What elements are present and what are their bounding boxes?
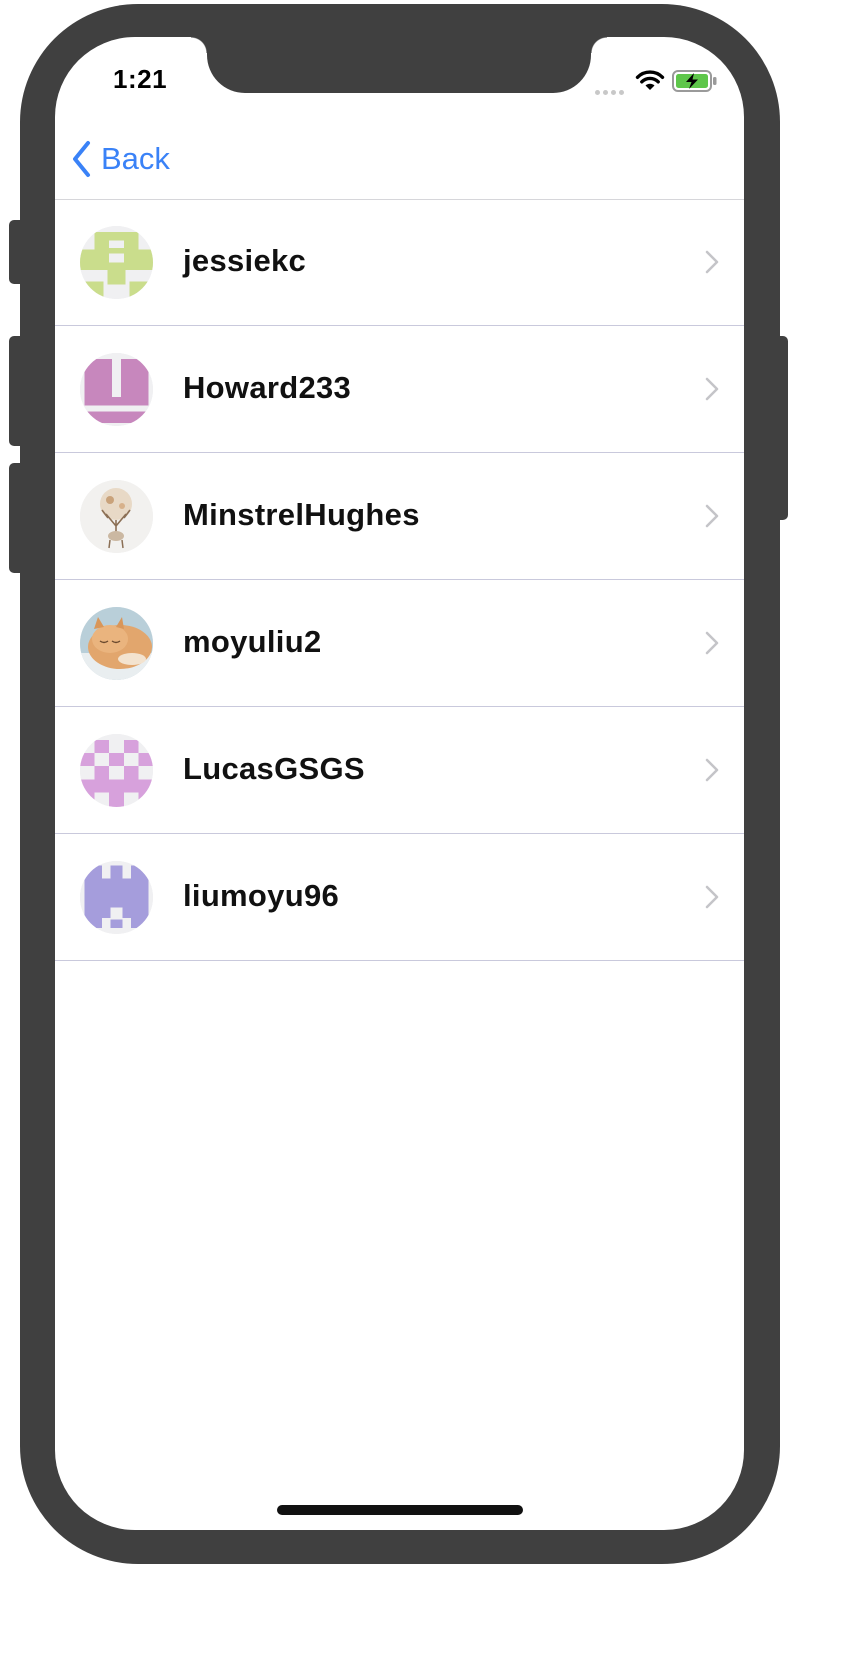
list-item[interactable]: liumoyu96 <box>55 834 744 961</box>
avatar <box>80 861 153 934</box>
chevron-left-icon <box>73 141 90 177</box>
list-item[interactable]: MinstrelHughes <box>55 453 744 580</box>
chevron-right-icon <box>705 504 719 528</box>
list-item[interactable]: moyuliu2 <box>55 580 744 707</box>
chevron-right-icon <box>705 885 719 909</box>
chevron-right-icon <box>705 758 719 782</box>
username: MinstrelHughes <box>183 497 420 532</box>
avatar <box>80 607 153 680</box>
chevron-right-icon <box>705 250 719 274</box>
avatar <box>80 734 153 807</box>
chevron-right-icon <box>705 631 719 655</box>
avatar <box>80 226 153 299</box>
wifi-icon <box>635 68 665 97</box>
phone-screen: 1:21 Back jessiekc Howard233 MinstrelHug… <box>55 37 744 1530</box>
list-item[interactable]: Howard233 <box>55 326 744 453</box>
list-item[interactable]: LucasGSGS <box>55 707 744 834</box>
signal-dots-icon <box>595 82 627 100</box>
username: moyuliu2 <box>183 624 322 659</box>
status-time: 1:21 <box>113 64 168 94</box>
username: LucasGSGS <box>183 751 365 786</box>
username: liumoyu96 <box>183 878 340 913</box>
back-label: Back <box>101 141 170 176</box>
home-indicator[interactable] <box>277 1505 523 1515</box>
notch <box>191 37 607 93</box>
back-button[interactable]: Back <box>71 137 170 181</box>
navigation-bar: Back <box>55 127 744 200</box>
avatar <box>80 353 153 426</box>
user-list: jessiekc Howard233 MinstrelHughes moyuli… <box>55 199 744 961</box>
username: Howard233 <box>183 370 352 405</box>
list-item[interactable]: jessiekc <box>55 199 744 326</box>
chevron-right-icon <box>705 377 719 401</box>
username: jessiekc <box>183 243 307 278</box>
battery-charging-icon <box>672 70 718 97</box>
avatar <box>80 480 153 553</box>
